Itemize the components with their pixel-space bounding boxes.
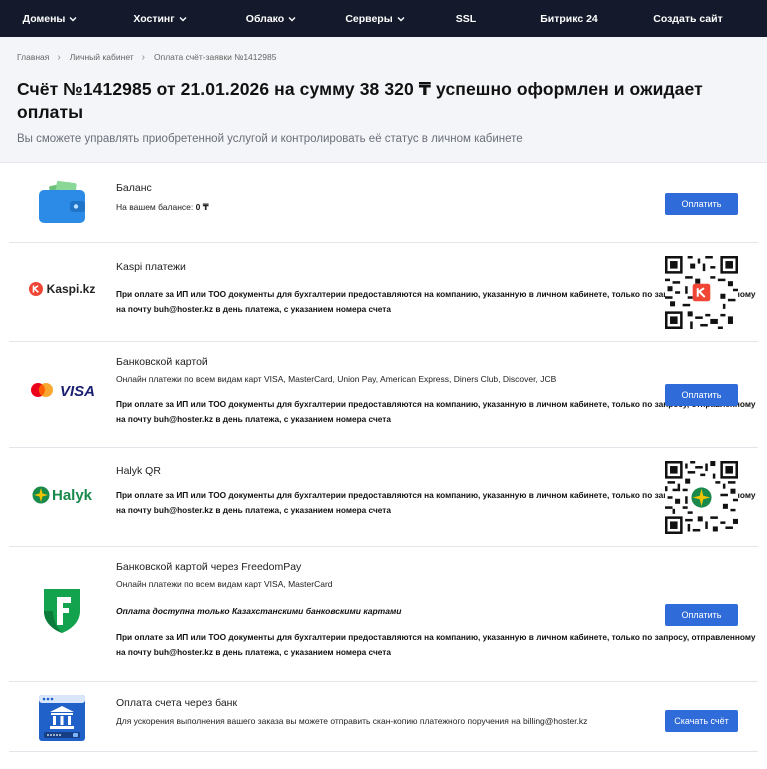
page-title: Счёт №1412985 от 21.01.2026 на сумму 38 …	[17, 79, 703, 122]
legal-note: При оплате за ИП или ТОО документы для б…	[116, 490, 756, 515]
legal-note: При оплате за ИП или ТОО документы для б…	[116, 632, 756, 657]
nav-hosting[interactable]: Хостинг	[100, 0, 220, 37]
bank-icon	[9, 694, 115, 742]
payment-method-card: VISA Банковской картой Онлайн платежи по…	[9, 342, 758, 448]
page-subtitle: Вы сможете управлять приобретенной услуг…	[17, 133, 523, 145]
payment-method-freedompay: Банковской картой через FreedomPay Онлай…	[9, 547, 758, 682]
method-name: Банковской картой через FreedomPay	[116, 561, 302, 573]
halyk-icon	[32, 486, 50, 504]
breadcrumb-current: Оплата счёт-заявки №1412985	[154, 52, 277, 62]
method-name: Kaspi платежи	[116, 261, 186, 273]
kaspi-icon	[28, 282, 43, 296]
method-name: Банковской картой	[116, 356, 208, 368]
breadcrumb: Главная › Личный кабинет › Оплата счёт-з…	[17, 51, 750, 63]
visa-logo-text: VISA	[59, 382, 95, 400]
payment-method-bank-transfer: Оплата счета через банк Для ускорения вы…	[9, 682, 758, 752]
breadcrumb-home[interactable]: Главная	[17, 52, 49, 62]
page-header: Главная › Личный кабинет › Оплата счёт-з…	[0, 37, 767, 163]
halyk-qr-code[interactable]	[665, 461, 738, 534]
legal-note: При оплате за ИП или ТОО документы для б…	[116, 399, 756, 424]
nav-servers[interactable]: Серверы	[322, 0, 428, 37]
halyk-logo: Halyk	[9, 484, 115, 506]
method-description: Для ускорения выполнения вашего заказа в…	[116, 716, 588, 726]
chevron-down-icon	[397, 16, 405, 21]
method-description: Онлайн платежи по всем видам карт VISA, …	[116, 374, 557, 384]
download-invoice-button[interactable]: Скачать счёт	[665, 710, 738, 732]
nav-create-site[interactable]: Создать сайт	[634, 0, 742, 37]
legal-note: При оплате за ИП или ТОО документы для б…	[116, 289, 756, 314]
chevron-down-icon	[69, 16, 77, 21]
wallet-icon	[9, 179, 115, 225]
payment-method-kaspi: Kaspi.kz Kaspi платежи При оплате за ИП …	[9, 243, 758, 342]
method-description: Онлайн платежи по всем видам карт VISA, …	[116, 579, 333, 589]
payment-methods-list: Баланс На вашем балансе: 0 ₸ Оплатить Ka…	[0, 163, 767, 752]
breadcrumb-account[interactable]: Личный кабинет	[70, 52, 134, 62]
chevron-right-icon: ›	[57, 51, 61, 63]
nav-domains[interactable]: Домены	[0, 0, 100, 37]
method-name: Halyk QR	[116, 465, 161, 477]
mastercard-visa-logo: VISA	[9, 380, 115, 402]
pay-balance-button[interactable]: Оплатить	[665, 193, 738, 215]
chevron-down-icon	[179, 16, 187, 21]
pay-freedompay-button[interactable]: Оплатить	[665, 604, 738, 626]
mastercard-icon	[30, 383, 53, 397]
nav-ssl[interactable]: SSL	[428, 0, 504, 37]
balance-amount: 0 ₸	[195, 202, 209, 212]
payment-method-balance: Баланс На вашем балансе: 0 ₸ Оплатить	[9, 163, 758, 243]
chevron-right-icon: ›	[141, 51, 145, 63]
chevron-down-icon	[288, 16, 296, 21]
top-navigation: Домены Хостинг Облако Серверы SSL Битрик…	[0, 0, 767, 37]
kaspi-qr-code[interactable]	[665, 256, 738, 329]
freedompay-shield-icon	[9, 587, 115, 635]
nav-bitrix24[interactable]: Битрикс 24	[504, 0, 634, 37]
kaspi-logo: Kaspi.kz	[9, 279, 115, 299]
payment-method-halyk: Halyk Halyk QR При оплате за ИП или ТОО …	[9, 448, 758, 547]
kz-cards-only-note: Оплата доступна только Казахстанскими ба…	[116, 606, 402, 616]
nav-cloud[interactable]: Облако	[220, 0, 322, 37]
method-name: Баланс	[116, 182, 152, 194]
method-name: Оплата счета через банк	[116, 697, 238, 709]
balance-label: На вашем балансе:	[116, 202, 194, 212]
pay-card-button[interactable]: Оплатить	[665, 384, 738, 406]
